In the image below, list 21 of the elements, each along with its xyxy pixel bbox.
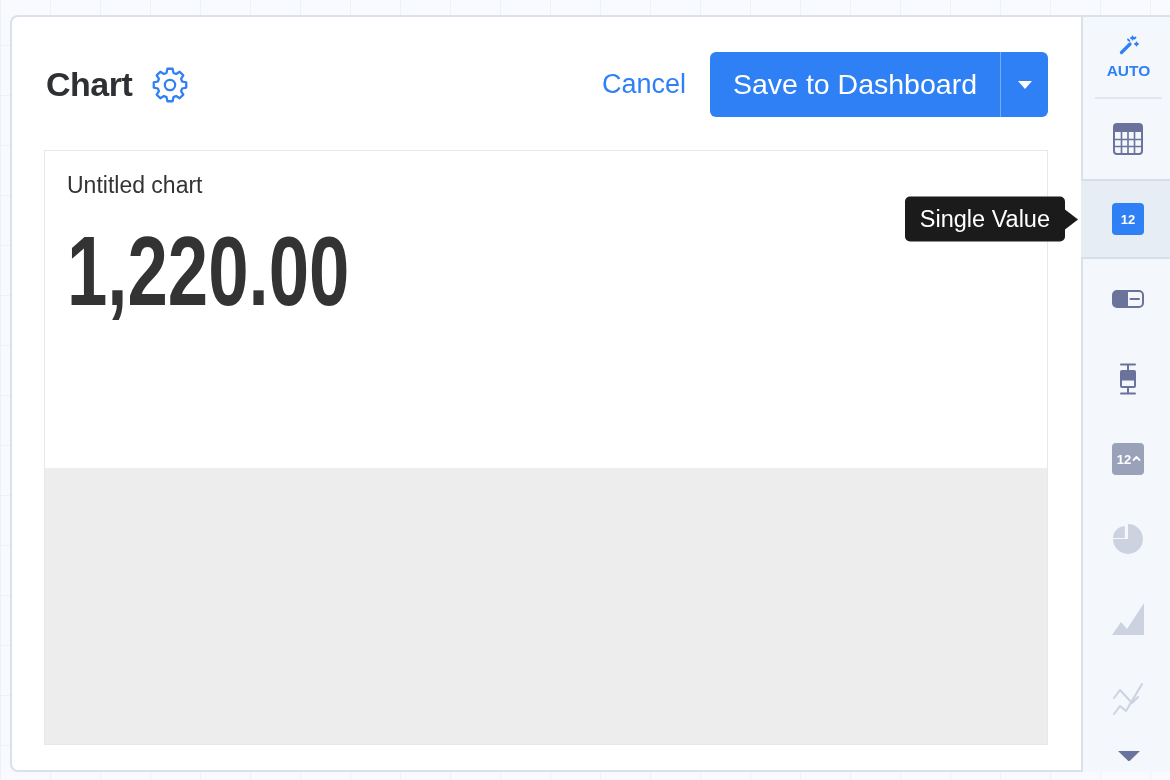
caret-down-icon[interactable]: [1117, 749, 1141, 762]
chart-type-button[interactable]: 12: [1081, 179, 1170, 259]
settings-icon[interactable]: [152, 66, 189, 103]
number-tile-icon: 12: [1112, 203, 1144, 235]
auto-button[interactable]: AUTO: [1095, 17, 1162, 99]
line-chart-icon: [1112, 682, 1144, 716]
tooltip: Single Value: [904, 196, 1078, 242]
chart-title: Untitled chart: [67, 171, 203, 199]
save-button[interactable]: Save to Dashboard: [710, 52, 1000, 117]
magic-wand-icon: [1118, 34, 1139, 55]
dropdown-button[interactable]: [1000, 52, 1048, 117]
single-value: 1,220.00: [67, 222, 350, 320]
box-plot-icon: [1118, 363, 1138, 395]
progress-bar-icon: [1112, 290, 1144, 308]
table-icon: [1113, 123, 1143, 155]
trend-tile-icon: 12: [1112, 443, 1144, 475]
area-chart-icon: [1112, 603, 1144, 635]
pie-chart-icon: [1112, 523, 1144, 555]
cancel-link[interactable]: Cancel: [601, 69, 686, 100]
chart-heading: Chart: [46, 65, 133, 104]
caret-down-icon: [1017, 80, 1032, 89]
